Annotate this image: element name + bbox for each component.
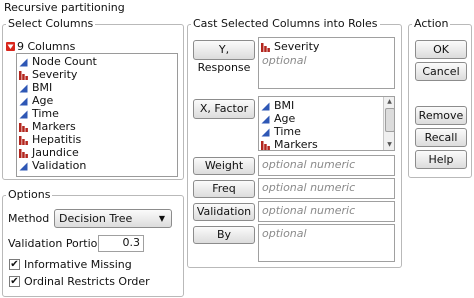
continuous-column-icon (261, 101, 270, 111)
x-factor-scrollbar[interactable]: ▲ ▼ (383, 97, 394, 150)
nominal-column-icon (19, 148, 28, 158)
method-dropdown-value: Decision Tree (59, 212, 133, 225)
informative-missing-label: Informative Missing (24, 258, 132, 271)
nominal-column-icon (261, 140, 270, 150)
columns-count-label: 9 Columns (17, 40, 76, 53)
options-title: Options (6, 188, 53, 201)
column-name: Age (32, 94, 54, 107)
continuous-column-icon (261, 127, 270, 137)
column-list-item[interactable]: Validation (17, 159, 177, 172)
column-name: Jaundice (32, 146, 79, 159)
disclosure-triangle-icon (6, 42, 15, 51)
action-title: Action (412, 17, 451, 30)
method-dropdown[interactable]: Decision Tree ▼ (54, 209, 172, 228)
column-name: Time (32, 107, 59, 120)
continuous-column-icon (19, 96, 28, 106)
continuous-column-icon (19, 161, 28, 171)
freq-field[interactable]: optional numeric (258, 178, 395, 199)
by-field[interactable]: optional (258, 224, 395, 262)
column-list-item[interactable]: Severity (17, 68, 177, 81)
column-name: Validation (32, 159, 87, 172)
y-response-item-label: Severity (274, 40, 320, 53)
scroll-down-icon[interactable]: ▼ (384, 140, 394, 150)
column-list-item[interactable]: Age (17, 94, 177, 107)
column-list-item[interactable]: Node Count (17, 55, 177, 68)
nominal-column-icon (19, 70, 28, 80)
validation-portion-input[interactable]: 0.3 (98, 235, 144, 252)
continuous-column-icon (19, 57, 28, 67)
weight-button[interactable]: Weight (193, 157, 255, 175)
column-name: Hepatitis (32, 133, 82, 146)
continuous-column-icon (261, 114, 270, 124)
continuous-column-icon (19, 109, 28, 119)
remove-button[interactable]: Remove (415, 106, 467, 125)
y-response-list[interactable]: Severity optional (258, 37, 395, 89)
x-factor-item[interactable]: BMI (259, 99, 379, 112)
ordinal-restricts-order-label: Ordinal Restricts Order (24, 275, 150, 288)
columns-disclosure-toggle[interactable]: 9 Columns (6, 40, 176, 53)
x-factor-list[interactable]: BMI Age Time Markers ▲ ▼ (258, 96, 395, 151)
column-list-item[interactable]: BMI (17, 81, 177, 94)
column-name: BMI (32, 81, 53, 94)
continuous-column-icon (19, 83, 28, 93)
column-list-item[interactable]: Time (17, 107, 177, 120)
x-factor-item-label: Markers (274, 138, 318, 151)
x-factor-item-label: BMI (274, 99, 295, 112)
method-label: Method (8, 212, 50, 225)
column-list[interactable]: Node Count Severity BMI Age Time Markers Hepat… (16, 53, 178, 177)
column-name: Severity (32, 68, 78, 81)
y-response-placeholder: optional (262, 54, 307, 67)
help-button[interactable]: Help (415, 150, 467, 169)
ok-button[interactable]: OK (415, 40, 467, 59)
x-factor-item[interactable]: Time (259, 125, 379, 138)
informative-missing-checkbox[interactable]: ✔ (9, 259, 20, 270)
nominal-column-icon (19, 122, 28, 132)
column-list-item[interactable]: Markers (17, 120, 177, 133)
validation-portion-label: Validation Portion (8, 237, 105, 250)
scroll-up-icon[interactable]: ▲ (384, 97, 394, 107)
cast-roles-title: Cast Selected Columns into Roles (191, 17, 380, 30)
nominal-column-icon (261, 42, 270, 52)
select-columns-title: Select Columns (6, 17, 96, 30)
x-factor-item[interactable]: Age (259, 112, 379, 125)
validation-field[interactable]: optional numeric (258, 201, 395, 222)
column-list-item[interactable]: Jaundice (17, 146, 177, 159)
chevron-down-icon: ▼ (158, 214, 165, 223)
nominal-column-icon (19, 135, 28, 145)
window-title: Recursive partitioning (4, 1, 125, 14)
x-factor-item[interactable]: Markers (259, 138, 379, 151)
freq-button[interactable]: Freq (193, 180, 255, 198)
x-factor-item-label: Time (274, 125, 301, 138)
column-name: Markers (32, 120, 76, 133)
weight-field[interactable]: optional numeric (258, 155, 395, 176)
recall-button[interactable]: Recall (415, 128, 467, 147)
y-response-button[interactable]: Y, Response (193, 40, 255, 74)
cancel-button[interactable]: Cancel (415, 62, 467, 81)
x-factor-item-label: Age (274, 112, 296, 125)
column-name: Node Count (32, 55, 97, 68)
x-factor-button[interactable]: X, Factor (193, 99, 255, 119)
scrollbar-thumb[interactable] (385, 108, 394, 132)
column-list-item[interactable]: Hepatitis (17, 133, 177, 146)
by-button[interactable]: By (193, 226, 255, 244)
validation-button[interactable]: Validation (193, 203, 255, 221)
list-item[interactable]: Severity (259, 40, 389, 53)
ordinal-restricts-order-checkbox[interactable]: ✔ (9, 276, 20, 287)
